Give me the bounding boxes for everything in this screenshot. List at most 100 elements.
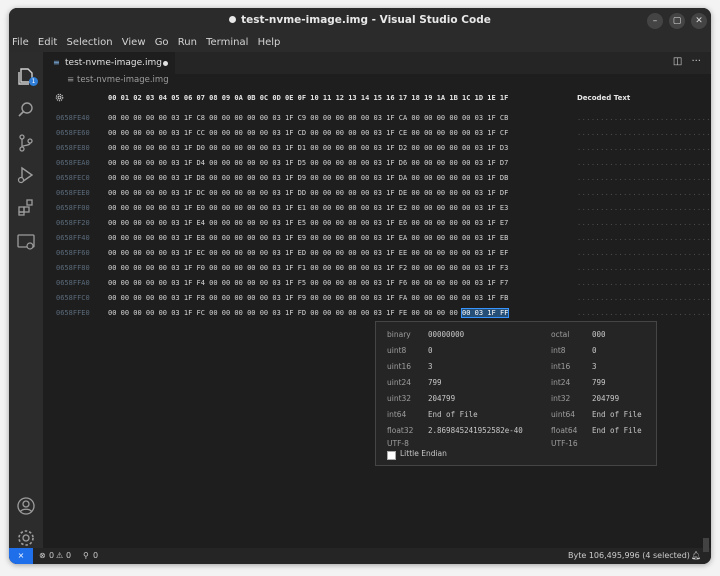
minimize-button[interactable]: –	[647, 13, 663, 29]
manage-gear-icon[interactable]	[16, 528, 36, 548]
row-decoded[interactable]: ................................	[577, 189, 711, 197]
row-decoded[interactable]: ................................	[577, 309, 711, 317]
row-bytes[interactable]: 00 00 00 00 00 03 1F E8 00 00 00 00 00 0…	[108, 234, 508, 242]
row-bytes[interactable]: 00 00 00 00 00 03 1F FC 00 00 00 00 00 0…	[108, 309, 508, 317]
account-icon[interactable]	[16, 496, 36, 516]
hex-row: 0658FF40 00 00 00 00 00 03 1F E8 00 00 00…	[43, 232, 711, 246]
ports-count[interactable]: 0	[93, 551, 98, 560]
editor-tab-bar: ≡ test-nvme-image.img ◫ ···	[43, 52, 711, 74]
inspector-binary-label: binary	[387, 330, 411, 339]
run-debug-icon[interactable]	[16, 165, 36, 185]
inspector-int24-label: int24	[551, 378, 570, 387]
source-control-icon[interactable]	[16, 133, 36, 153]
menu-file[interactable]: File	[9, 34, 32, 48]
status-bar: ⨯ ⊗ 0 ⚠ 0 ⚲ 0 Byte 106,495,996 (4 select…	[9, 548, 711, 564]
row-bytes[interactable]: 00 00 00 00 00 03 1F D0 00 00 00 00 00 0…	[108, 144, 508, 152]
tab-test-nvme-image[interactable]: ≡ test-nvme-image.img	[43, 52, 175, 74]
row-bytes[interactable]: 00 00 00 00 00 03 1F CC 00 00 00 00 00 0…	[108, 129, 508, 137]
explorer-icon[interactable]: 1	[16, 66, 36, 86]
file-icon: ≡	[53, 58, 60, 67]
unsaved-dot-icon	[229, 16, 236, 23]
maximize-button[interactable]: ▢	[669, 13, 685, 29]
data-inspector-popup: binary 00000000 octal 000 uint8 0 int8 0…	[375, 321, 657, 466]
inspector-int64-value: End of File	[428, 410, 478, 419]
hex-row: 0658FE40 00 00 00 00 00 03 1F C8 00 00 00…	[43, 112, 711, 126]
menu-bar: File Edit Selection View Go Run Terminal…	[9, 34, 711, 52]
hex-editor[interactable]: 00 01 02 03 04 05 06 07 08 09 0A 0B 0C 0…	[43, 88, 711, 548]
remote-indicator-icon[interactable]: ⨯	[9, 548, 33, 564]
little-endian-checkbox[interactable]	[387, 451, 396, 460]
error-count[interactable]: 0	[49, 551, 54, 560]
row-decoded[interactable]: ................................	[577, 114, 711, 122]
row-decoded[interactable]: ................................	[577, 204, 711, 212]
hex-row-last: 0658FFE0 00 00 00 00 00 03 1F FC 00 00 00…	[43, 307, 711, 321]
row-decoded[interactable]: ................................	[577, 159, 711, 167]
row-decoded[interactable]: ................................	[577, 129, 711, 137]
row-decoded[interactable]: ................................	[577, 264, 711, 272]
tab-unsaved-dot-icon[interactable]	[163, 61, 168, 66]
inspector-int32-value: 204799	[592, 394, 619, 403]
close-button[interactable]: ✕	[691, 13, 707, 29]
vertical-scrollbar[interactable]	[703, 538, 709, 552]
explorer-badge: 1	[29, 77, 38, 86]
inspector-uint16-value: 3	[428, 362, 433, 371]
menu-selection[interactable]: Selection	[63, 34, 115, 48]
window-title: test-nvme-image.img - Visual Studio Code	[241, 14, 491, 26]
breadcrumb-file[interactable]: test-nvme-image.img	[77, 75, 169, 85]
editor-actions: ◫ ···	[673, 56, 701, 67]
byte-selection-info[interactable]: Byte 106,495,996 (4 selected)	[568, 551, 690, 560]
row-address: 0658FF80	[56, 264, 90, 272]
extensions-icon[interactable]	[16, 198, 36, 218]
warning-icon[interactable]: ⚠	[56, 551, 63, 560]
row-address: 0658FE80	[56, 144, 90, 152]
menu-run[interactable]: Run	[175, 34, 200, 48]
hex-row: 0658FF80 00 00 00 00 00 03 1F F0 00 00 00…	[43, 262, 711, 276]
little-endian-label[interactable]: Little Endian	[400, 449, 447, 458]
row-address: 0658FF20	[56, 219, 90, 227]
hex-row: 0658FEC0 00 00 00 00 00 03 1F D8 00 00 00…	[43, 172, 711, 186]
row-bytes[interactable]: 00 00 00 00 00 03 1F D8 00 00 00 00 00 0…	[108, 174, 508, 182]
selected-bytes[interactable]: 00 03 1F FF	[462, 309, 508, 317]
ports-icon[interactable]: ⚲	[83, 551, 89, 560]
row-decoded[interactable]: ................................	[577, 294, 711, 302]
menu-help[interactable]: Help	[255, 34, 284, 48]
activity-bar: 1	[9, 52, 43, 548]
breadcrumb-file-icon: ≡	[67, 75, 74, 85]
row-address: 0658FF00	[56, 204, 90, 212]
row-bytes[interactable]: 00 00 00 00 00 03 1F F8 00 00 00 00 00 0…	[108, 294, 508, 302]
notifications-bell-icon[interactable]: 🔔︎	[691, 551, 701, 560]
menu-go[interactable]: Go	[152, 34, 172, 48]
inspector-float64-label: float64	[551, 426, 577, 435]
error-icon[interactable]: ⊗	[39, 551, 46, 560]
inspector-uint64-label: uint64	[551, 410, 575, 419]
search-icon[interactable]	[16, 100, 36, 120]
row-bytes[interactable]: 00 00 00 00 00 03 1F E0 00 00 00 00 00 0…	[108, 204, 508, 212]
row-bytes[interactable]: 00 00 00 00 00 03 1F E4 00 00 00 00 00 0…	[108, 219, 508, 227]
row-bytes[interactable]: 00 00 00 00 00 03 1F F4 00 00 00 00 00 0…	[108, 279, 508, 287]
row-address: 0658FEA0	[56, 159, 90, 167]
inspector-uint24-value: 799	[428, 378, 442, 387]
row-bytes[interactable]: 00 00 00 00 00 03 1F F0 00 00 00 00 00 0…	[108, 264, 508, 272]
warning-count[interactable]: 0	[66, 551, 71, 560]
row-decoded[interactable]: ................................	[577, 219, 711, 227]
row-bytes[interactable]: 00 00 00 00 00 03 1F DC 00 00 00 00 00 0…	[108, 189, 508, 197]
row-bytes[interactable]: 00 00 00 00 00 03 1F D4 00 00 00 00 00 0…	[108, 159, 508, 167]
row-decoded[interactable]: ................................	[577, 234, 711, 242]
menu-view[interactable]: View	[119, 34, 149, 48]
row-decoded[interactable]: ................................	[577, 279, 711, 287]
more-actions-icon[interactable]: ···	[691, 56, 701, 67]
split-editor-icon[interactable]: ◫	[673, 56, 682, 67]
row-decoded[interactable]: ................................	[577, 174, 711, 182]
row-bytes[interactable]: 00 00 00 00 00 03 1F C8 00 00 00 00 00 0…	[108, 114, 508, 122]
remote-explorer-icon[interactable]	[16, 232, 36, 252]
menu-edit[interactable]: Edit	[35, 34, 60, 48]
settings-gear-icon[interactable]	[55, 93, 64, 102]
inspector-int64-label: int64	[387, 410, 406, 419]
row-bytes[interactable]: 00 00 00 00 00 03 1F EC 00 00 00 00 00 0…	[108, 249, 508, 257]
hex-row: 0658FEE0 00 00 00 00 00 03 1F DC 00 00 00…	[43, 187, 711, 201]
row-bytes-unselected[interactable]: 00 00 00 00 00 03 1F FC 00 00 00 00 00 0…	[108, 309, 462, 317]
row-decoded[interactable]: ................................	[577, 249, 711, 257]
row-decoded[interactable]: ................................	[577, 144, 711, 152]
inspector-uint8-value: 0	[428, 346, 433, 355]
menu-terminal[interactable]: Terminal	[203, 34, 251, 48]
